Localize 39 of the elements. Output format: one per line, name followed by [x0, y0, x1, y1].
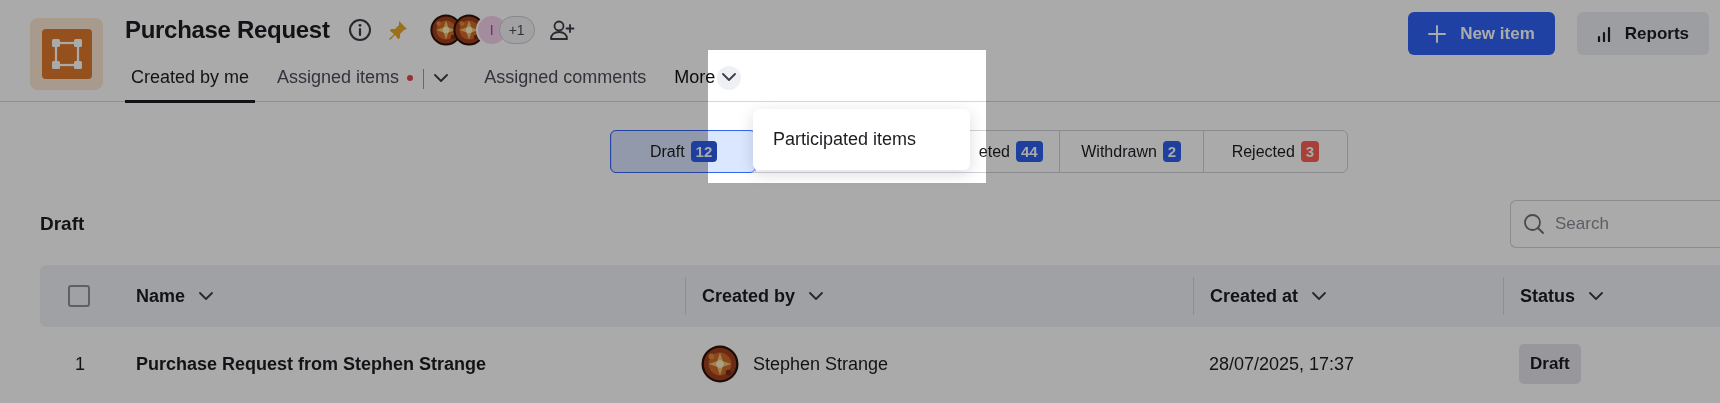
tab[interactable]: More: [668, 56, 748, 103]
row-number: 1: [75, 353, 85, 375]
chevron-icon[interactable]: [1589, 291, 1603, 301]
column-header[interactable]: Created at: [1210, 285, 1299, 307]
info-icon[interactable]: [347, 18, 372, 42]
menu-item[interactable]: Participated items: [773, 129, 917, 150]
checkbox[interactable]: [68, 285, 90, 307]
count-badge: 3: [1300, 141, 1320, 162]
more-avatars-count[interactable]: +1: [498, 16, 535, 44]
plus-icon: [1428, 24, 1447, 43]
new-item-button[interactable]: New item: [1408, 12, 1555, 55]
chevron-icon: [434, 74, 449, 83]
status-badge: Draft: [1519, 344, 1581, 384]
tab[interactable]: Assigned items: [271, 56, 420, 103]
chevron-icon[interactable]: [1312, 291, 1327, 301]
search-field[interactable]: Search: [1510, 200, 1720, 248]
count-badge: 2: [1162, 141, 1182, 162]
table-cell: Purchase Request from Stephen Strange: [136, 353, 487, 375]
bar-chart-icon: [1596, 25, 1611, 42]
chevron-icon[interactable]: [809, 291, 824, 301]
status-segment[interactable]: Draft 12: [611, 131, 756, 172]
count-badge: 12: [690, 141, 718, 162]
table-cell: Stephen Strange: [753, 353, 889, 375]
table-cell: 28/07/2025, 17:37: [1209, 353, 1355, 375]
status-segment[interactable]: Rejected 3: [1202, 131, 1347, 172]
page-title: Purchase Request: [125, 16, 330, 44]
column-header[interactable]: Name: [136, 285, 186, 307]
nodes-square-icon: [41, 29, 92, 79]
section-title: Draft: [40, 213, 86, 235]
tab[interactable]: Created by me: [125, 56, 256, 103]
column-header[interactable]: Created by: [702, 285, 796, 307]
add-user-icon[interactable]: [548, 18, 575, 42]
status-segment[interactable]: Withdrawn 2: [1058, 131, 1203, 172]
chevron-icon[interactable]: [199, 291, 214, 301]
column-header[interactable]: Status: [1520, 285, 1575, 307]
tab[interactable]: Assigned comments: [478, 56, 653, 103]
reports-button[interactable]: Reports: [1576, 12, 1709, 55]
count-badge: 44: [1015, 141, 1043, 162]
search-icon: [1523, 213, 1545, 235]
